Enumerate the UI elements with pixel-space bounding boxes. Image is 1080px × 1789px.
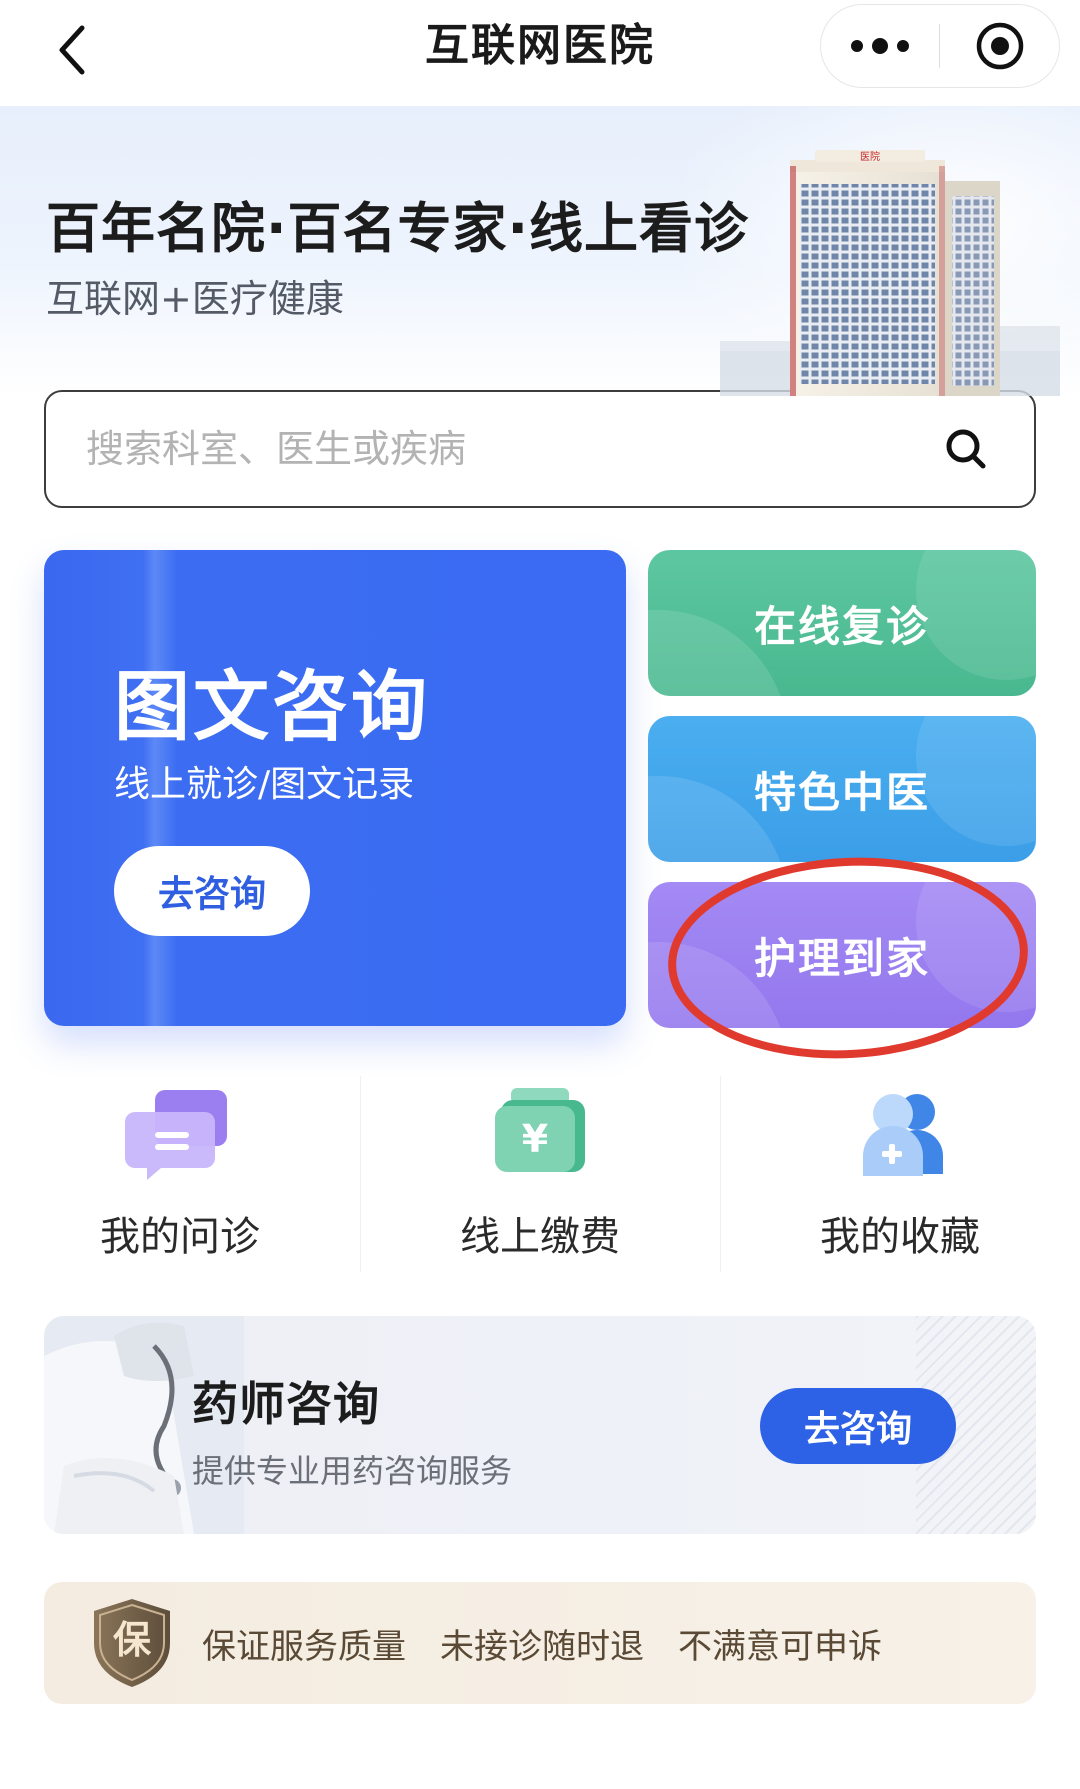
home-nursing-label: 护理到家 <box>753 933 930 983</box>
tcm-card[interactable]: 特色中医 <box>648 716 1036 862</box>
pharmacist-consult-banner[interactable]: 药师咨询 提供专业用药咨询服务 去咨询 <box>44 1316 1036 1534</box>
hero-subtitle: 互联网+医疗健康 <box>46 277 344 321</box>
online-payment-entry[interactable]: ¥ 线上缴费 <box>360 1070 720 1280</box>
chat-bubble-icon <box>125 1090 227 1180</box>
quick-entry-row: 我的问诊 ¥ 线上缴费 我的收藏 <box>0 1070 1080 1280</box>
consult-card-title: 图文咨询 <box>114 662 430 751</box>
online-payment-label: 线上缴费 <box>460 1214 620 1260</box>
search-input[interactable] <box>86 427 938 471</box>
image-text-consult-card[interactable]: 图文咨询 线上就诊/图文记录 去咨询 <box>44 550 626 1026</box>
pharmacist-subtitle: 提供专业用药咨询服务 <box>192 1452 513 1490</box>
close-button[interactable] <box>940 5 1059 87</box>
building-sign: 医院 <box>860 150 880 163</box>
nav-bar: 互联网医院 <box>0 0 1080 106</box>
search-icon[interactable] <box>938 421 994 477</box>
search-box[interactable] <box>44 390 1036 508</box>
online-revisit-card[interactable]: 在线复诊 <box>648 550 1036 696</box>
my-favorites-entry[interactable]: 我的收藏 <box>720 1070 1080 1280</box>
hero-banner: 百年名院·百名专家·线上看诊 互联网+医疗健康 医院 <box>0 106 1080 396</box>
svg-text:¥: ¥ <box>522 1117 548 1161</box>
pharmacist-consult-button[interactable]: 去咨询 <box>760 1388 956 1464</box>
hero-title: 百年名院·百名专家·线上看诊 <box>46 197 750 260</box>
my-favorites-label: 我的收藏 <box>820 1214 980 1260</box>
yuan-wallet-icon: ¥ <box>495 1088 585 1172</box>
my-consultations-label: 我的问诊 <box>100 1214 260 1260</box>
tcm-label: 特色中医 <box>753 767 930 817</box>
go-consult-button[interactable]: 去咨询 <box>114 846 310 936</box>
user-plus-icon <box>863 1094 943 1176</box>
service-guarantee-bar: 保 保证服务质量 未接诊随时退 不满意可申诉 <box>44 1582 1036 1704</box>
consult-card-subtitle: 线上就诊/图文记录 <box>114 764 415 805</box>
hospital-building-image: 医院 <box>720 150 1060 396</box>
shield-icon: 保 <box>88 1595 176 1691</box>
more-dots-icon <box>851 38 909 54</box>
home-nursing-card[interactable]: 护理到家 <box>648 882 1036 1028</box>
guarantee-item: 未接诊随时退 <box>440 1626 644 1667</box>
guarantee-item: 不满意可申诉 <box>678 1626 882 1667</box>
online-revisit-label: 在线复诊 <box>753 601 930 651</box>
mini-program-capsule <box>820 4 1060 88</box>
pharmacist-title: 药师咨询 <box>192 1377 380 1431</box>
guarantee-badge-text: 保 <box>112 1618 151 1662</box>
my-consultations-entry[interactable]: 我的问诊 <box>0 1070 360 1280</box>
more-button[interactable] <box>821 5 939 87</box>
target-circle-icon <box>976 22 1023 70</box>
guarantee-items: 保证服务质量 未接诊随时退 不满意可申诉 <box>202 1619 882 1668</box>
guarantee-item: 保证服务质量 <box>202 1626 406 1667</box>
